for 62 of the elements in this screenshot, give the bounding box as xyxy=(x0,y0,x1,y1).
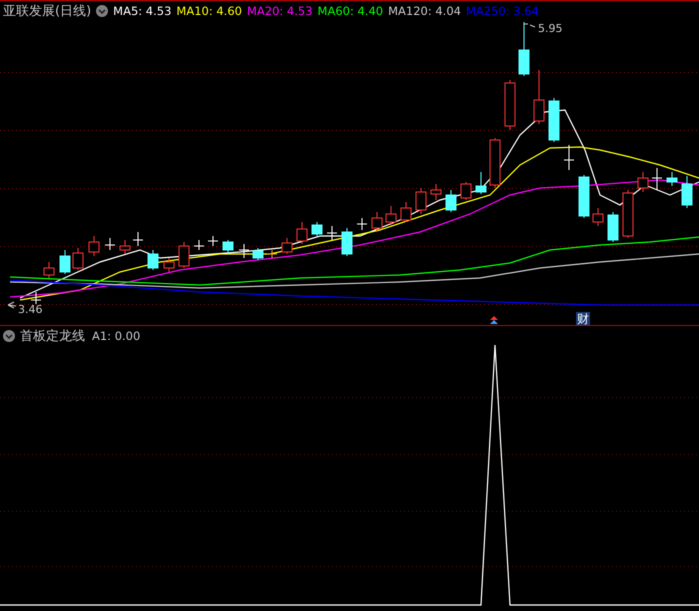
candlestick xyxy=(88,236,100,256)
candlestick xyxy=(608,212,618,242)
dropdown-icon[interactable] xyxy=(3,330,15,342)
leader-line xyxy=(524,24,536,28)
double-triangle-icon xyxy=(490,316,498,324)
candlestick xyxy=(120,240,130,254)
candlestick xyxy=(266,250,278,258)
candlestick xyxy=(132,232,144,246)
candlestick xyxy=(666,172,678,186)
candlestick xyxy=(72,248,84,270)
candlestick xyxy=(312,222,322,236)
candlestick xyxy=(386,206,396,226)
candlestick xyxy=(400,202,412,222)
indicator-reading: MA5: 4.53 xyxy=(113,4,172,18)
candlestick xyxy=(44,262,54,278)
candlestick xyxy=(622,190,634,238)
candlestick xyxy=(372,212,382,232)
candlestick xyxy=(282,238,292,254)
candlestick xyxy=(104,238,116,250)
candlestick xyxy=(578,174,590,218)
candlestick xyxy=(548,98,560,142)
candlestick xyxy=(564,144,574,170)
candlestick xyxy=(638,172,648,192)
candlestick xyxy=(178,242,190,268)
candlestick xyxy=(60,250,70,274)
candlestick xyxy=(476,172,486,194)
dropdown-icon[interactable] xyxy=(96,4,108,16)
candlestick xyxy=(238,244,250,258)
high-price-label: 5.95 xyxy=(538,22,562,35)
indicator-reading: MA60: 4.40 xyxy=(318,4,384,18)
candlestick xyxy=(518,22,530,76)
candlestick xyxy=(326,226,338,240)
candlestick xyxy=(356,218,368,230)
candlestick xyxy=(148,250,158,270)
candlestick xyxy=(222,240,234,254)
candlestick xyxy=(252,248,264,260)
candlestick xyxy=(342,228,352,256)
indicator-reading: MA10: 4.60 xyxy=(176,4,242,18)
low-price-label: 3.46 xyxy=(18,303,42,316)
candlestick xyxy=(194,240,204,250)
candlestick xyxy=(208,236,218,246)
candlestick xyxy=(592,208,604,226)
candlestick xyxy=(416,188,426,214)
chart-title: 亚联发展(日线) xyxy=(3,2,92,20)
indicator-title: 首板定龙线 xyxy=(20,328,85,344)
indicator-reading: MA250: 3.64 xyxy=(466,4,539,18)
candlestick xyxy=(430,184,442,200)
indicator-reading: A1: 0.00 xyxy=(92,328,140,342)
leader-line xyxy=(8,302,16,308)
finance-badge[interactable]: 财 xyxy=(576,312,590,325)
candlestick xyxy=(446,190,456,212)
candlestick xyxy=(460,182,472,200)
candlestick xyxy=(534,70,544,124)
candlestick xyxy=(504,80,516,130)
candlestick xyxy=(652,168,662,190)
candlestick xyxy=(30,292,42,304)
candlestick xyxy=(164,258,174,272)
candlestick xyxy=(682,176,692,208)
indicator-reading: MA20: 4.53 xyxy=(246,4,313,18)
candlestick xyxy=(296,222,308,244)
candlestick xyxy=(490,138,500,188)
indicator-reading: MA120: 4.04 xyxy=(388,4,461,18)
